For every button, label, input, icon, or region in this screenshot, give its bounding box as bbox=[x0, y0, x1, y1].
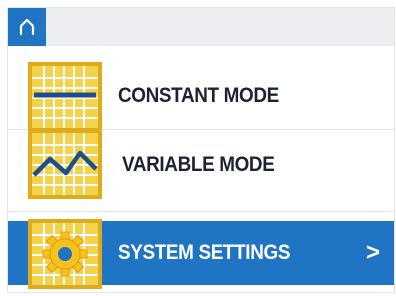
menu-item-label: VARIABLE MODE bbox=[122, 153, 275, 176]
menu-item-label: SYSTEM SETTINGS bbox=[118, 241, 291, 264]
divider bbox=[8, 211, 394, 212]
menu-screen: CONSTANT MODE VARIABLE MODE SYSTEM SETTI… bbox=[8, 8, 394, 292]
menu-item-constant-mode[interactable]: CONSTANT MODE bbox=[8, 62, 394, 132]
constant-mode-icon bbox=[28, 62, 102, 132]
top-bar bbox=[8, 8, 394, 46]
chevron-right-icon: > bbox=[365, 239, 380, 266]
menu-item-system-settings[interactable]: SYSTEM SETTINGS > bbox=[8, 219, 394, 289]
gear-icon bbox=[28, 219, 102, 289]
menu-item-variable-mode[interactable]: VARIABLE MODE bbox=[8, 129, 394, 199]
menu-item-label: CONSTANT MODE bbox=[118, 84, 279, 107]
home-icon bbox=[19, 18, 35, 36]
variable-mode-icon bbox=[28, 129, 102, 199]
home-button[interactable] bbox=[8, 8, 46, 46]
